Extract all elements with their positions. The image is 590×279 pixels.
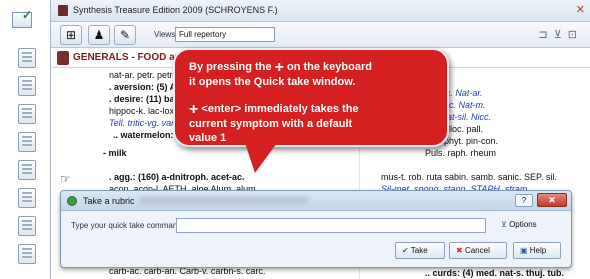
window-title: Synthesis Treasure Edition 2009 (SCHROYE…	[73, 5, 278, 15]
document-icon[interactable]	[18, 76, 36, 96]
document-icon[interactable]	[18, 160, 36, 180]
document-icon[interactable]	[18, 104, 36, 124]
quick-take-label: Type your quick take command:	[71, 221, 184, 230]
cancel-button[interactable]: ✖ Cancel	[449, 242, 507, 259]
window-close-button[interactable]: ✕	[576, 3, 585, 16]
check-icon: ✔	[402, 246, 411, 255]
callout-text-2: + <enter> immediately takes the current …	[189, 101, 359, 145]
callout-tail	[245, 143, 277, 173]
views-label: Views:	[154, 30, 178, 39]
document-icon[interactable]	[18, 48, 36, 68]
book-icon	[58, 5, 68, 16]
cancel-icon: ✖	[456, 246, 465, 255]
window-titlebar: Synthesis Treasure Edition 2009 (SCHROYE…	[51, 0, 590, 22]
help-button[interactable]: ▣ Help	[513, 242, 561, 259]
quick-take-input[interactable]	[176, 218, 486, 233]
rubric-line[interactable]: mus-t. rob. ruta sabin. samb. sanic. SEP…	[381, 172, 557, 183]
take-rubric-dialog: Take a rubric ? ✕ Type your quick take c…	[60, 190, 572, 268]
screenshot-root: ✓ Synthesis Treasure Edition 2009 (SCHRO…	[0, 0, 590, 279]
book-icon: ▣	[520, 246, 530, 255]
blurred-rubric-text	[139, 197, 309, 204]
left-toolbar: ✓	[0, 0, 50, 279]
document-icon[interactable]	[18, 188, 36, 208]
plus-icon: +	[274, 59, 284, 76]
views-select[interactable]: Full repertory	[175, 27, 275, 42]
toolbar: ⊞ ♟ ✎ Views: Full repertory ⊐⊻⊡	[51, 22, 590, 48]
rubric-line[interactable]: . agg.: (160) a-dnitroph. acet-ac.	[109, 172, 245, 183]
rubric-line[interactable]: .. curds: (4) med. nat-s. thuj. tub.	[425, 268, 564, 279]
take-icon	[67, 196, 77, 206]
dialog-titlebar: Take a rubric ? ✕	[61, 191, 571, 211]
tree-view-button[interactable]: ⊞	[60, 25, 82, 45]
callout-text-1: By pressing the + on the keyboard it ope…	[189, 59, 372, 89]
document-icon[interactable]	[18, 132, 36, 152]
user-icon[interactable]: ♟	[88, 25, 110, 45]
take-button[interactable]: ✔ Take	[395, 242, 445, 259]
annotation-callout: By pressing the + on the keyboard it ope…	[173, 48, 449, 173]
dialog-title: Take a rubric	[83, 196, 135, 206]
filter-icon: ⊻	[501, 220, 510, 229]
help-icon[interactable]: ?	[515, 194, 533, 207]
filter-icons[interactable]: ⊐⊻⊡	[539, 28, 584, 41]
options-button[interactable]: ⊻ Options	[501, 220, 537, 229]
book-icon	[57, 51, 69, 65]
dialog-close-button[interactable]: ✕	[537, 193, 567, 207]
clipboard-check-icon[interactable]: ✓	[6, 8, 36, 30]
rubric-line[interactable]: Puls. raph. rheum	[425, 148, 496, 159]
rubric-line[interactable]: Tell. tritic-vg. vanil.	[109, 118, 183, 129]
hand-pointer-icon: ☞	[60, 172, 71, 186]
rubric-line[interactable]: - milk	[103, 148, 127, 159]
document-icon[interactable]	[18, 244, 36, 264]
pencil-icon[interactable]: ✎	[114, 25, 136, 45]
plus-icon: +	[189, 101, 199, 118]
document-icon[interactable]	[18, 216, 36, 236]
